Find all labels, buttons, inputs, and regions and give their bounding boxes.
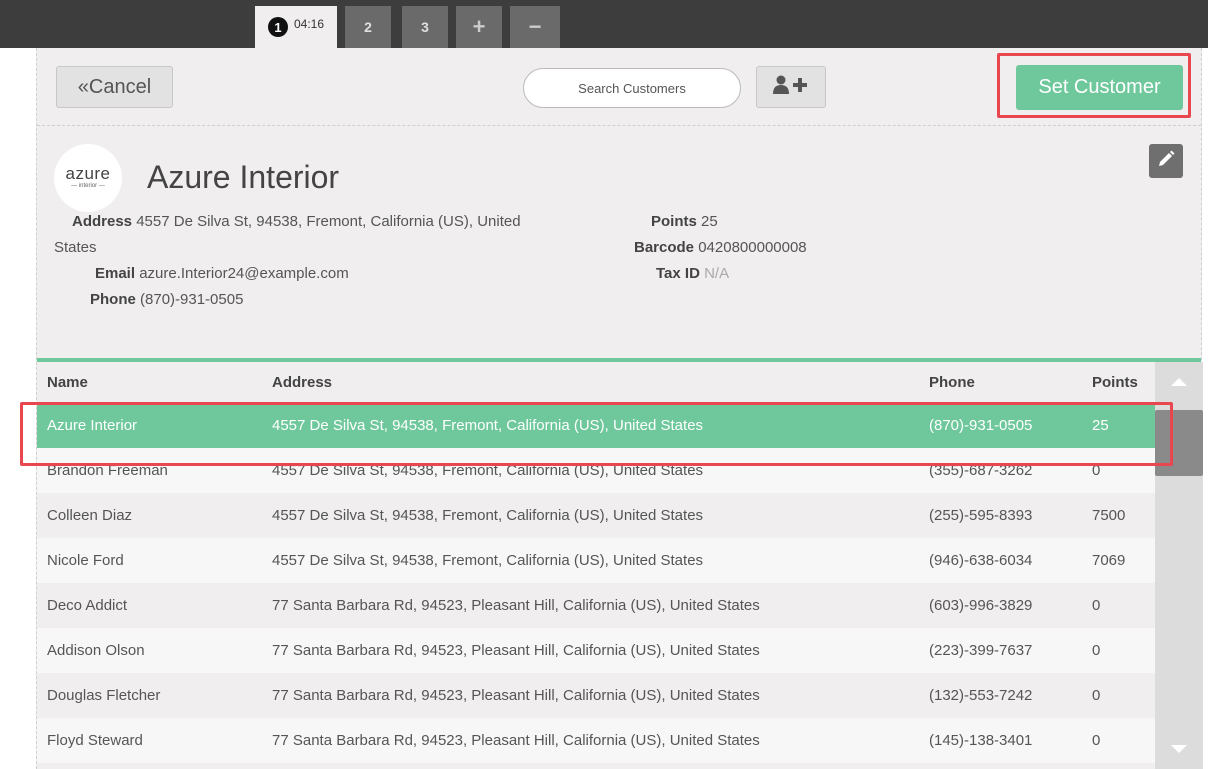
add-order-button[interactable]: + bbox=[456, 6, 502, 48]
search-customers-input[interactable] bbox=[523, 68, 741, 108]
customer-name: Azure Interior bbox=[147, 159, 340, 195]
email-label: Email bbox=[95, 265, 136, 282]
user-plus-icon bbox=[772, 75, 810, 100]
table-row[interactable]: Brandon Freeman 4557 De Silva St, 94538,… bbox=[37, 448, 1155, 493]
barcode-line: Barcode 0420800000008 bbox=[634, 238, 807, 258]
cell-name: Douglas Fletcher bbox=[47, 687, 161, 704]
address-label: Address bbox=[72, 213, 133, 230]
cell-address: 77 Santa Barbara Rd, 94523, Pleasant Hil… bbox=[272, 732, 760, 749]
cell-name: Colleen Diaz bbox=[47, 507, 133, 524]
cell-points: 25 bbox=[1092, 417, 1109, 434]
address-continued: States bbox=[54, 239, 97, 256]
plus-icon: + bbox=[472, 14, 486, 39]
scrollbar-thumb[interactable] bbox=[1155, 410, 1203, 476]
cell-name: Addison Olson bbox=[47, 642, 145, 659]
cell-points: 0 bbox=[1092, 642, 1101, 659]
order-number-1: 1 bbox=[267, 17, 288, 37]
order-time: 04:16 bbox=[293, 17, 325, 31]
cell-address: 4557 De Silva St, 94538, Fremont, Califo… bbox=[272, 507, 704, 524]
table-row[interactable]: Nicole Ford 4557 De Silva St, 94538, Fre… bbox=[37, 538, 1155, 583]
cell-points: 7500 bbox=[1092, 507, 1126, 524]
table-row[interactable]: Colleen Diaz 4557 De Silva St, 94538, Fr… bbox=[37, 493, 1155, 538]
customer-avatar: azure — interior — bbox=[54, 144, 122, 212]
customer-details: azure — interior — Azure Interior Addres… bbox=[37, 127, 1201, 358]
taxid-label: Tax ID bbox=[656, 265, 700, 282]
email-value: azure.Interior24@example.com bbox=[139, 265, 349, 282]
column-header-address[interactable]: Address bbox=[272, 374, 929, 391]
logo-subtext: — interior — bbox=[71, 183, 105, 189]
cell-address: 77 Santa Barbara Rd, 94523, Pleasant Hil… bbox=[272, 687, 760, 704]
remove-order-button[interactable]: − bbox=[510, 6, 560, 48]
points-label: Points bbox=[651, 213, 697, 230]
order-number-3: 3 bbox=[421, 19, 429, 35]
column-header-points[interactable]: Points bbox=[1092, 374, 1155, 391]
table-row-selected[interactable]: Azure Interior 4557 De Silva St, 94538, … bbox=[37, 403, 1155, 448]
barcode-label: Barcode bbox=[634, 239, 695, 256]
address-value: 4557 De Silva St, 94538, Fremont, Califo… bbox=[136, 213, 521, 230]
scroll-down-button[interactable] bbox=[1155, 729, 1203, 769]
order-tab-3[interactable]: 3 bbox=[402, 6, 448, 48]
barcode-value: 0420800000008 bbox=[698, 239, 807, 256]
triangle-down-icon bbox=[1171, 740, 1187, 758]
phone-value: (870)-931-0505 bbox=[140, 291, 244, 308]
cell-points: 0 bbox=[1092, 732, 1101, 749]
set-customer-button[interactable]: Set Customer bbox=[1016, 65, 1183, 110]
cell-phone: (870)-931-0505 bbox=[929, 417, 1033, 434]
scroll-up-button[interactable] bbox=[1155, 362, 1203, 402]
cell-phone: (145)-138-3401 bbox=[929, 732, 1033, 749]
cell-name: Floyd Steward bbox=[47, 732, 143, 749]
email-line: Email azure.Interior24@example.com bbox=[95, 264, 349, 284]
cell-address: 77 Santa Barbara Rd, 94523, Pleasant Hil… bbox=[272, 642, 760, 659]
points-line: Points 25 bbox=[651, 212, 718, 232]
minus-icon: − bbox=[528, 14, 542, 39]
order-tabs-bar: 1 04:16 2 3 + − bbox=[0, 0, 1208, 48]
logo-text: azure bbox=[65, 164, 111, 183]
customer-screen-header: «Cancel Set Customer bbox=[37, 48, 1201, 126]
table-row[interactable]: Addison Olson 77 Santa Barbara Rd, 94523… bbox=[37, 628, 1155, 673]
customer-list-screen: «Cancel Set Customer azure — interior — … bbox=[20, 48, 1203, 769]
taxid-line: Tax ID N/A bbox=[656, 264, 729, 284]
cell-address: 4557 De Silva St, 94538, Fremont, Califo… bbox=[272, 462, 704, 479]
column-header-phone[interactable]: Phone bbox=[929, 374, 1092, 391]
cell-phone: (603)-996-3829 bbox=[929, 597, 1033, 614]
cell-points: 0 bbox=[1092, 597, 1101, 614]
cell-name: Nicole Ford bbox=[47, 552, 124, 569]
phone-line: Phone (870)-931-0505 bbox=[90, 290, 243, 310]
column-header-name[interactable]: Name bbox=[37, 374, 272, 391]
add-customer-button[interactable] bbox=[756, 66, 826, 108]
cancel-button[interactable]: «Cancel bbox=[56, 66, 173, 108]
table-row[interactable]: Floyd Steward 77 Santa Barbara Rd, 94523… bbox=[37, 718, 1155, 763]
cell-name: Azure Interior bbox=[47, 417, 138, 434]
customer-table: Name Address Phone Points Azure Interior… bbox=[37, 362, 1155, 763]
table-scrollbar[interactable] bbox=[1155, 362, 1203, 769]
phone-label: Phone bbox=[90, 291, 136, 308]
address-line: Address 4557 De Silva St, 94538, Fremont… bbox=[72, 212, 521, 232]
cell-phone: (255)-595-8393 bbox=[929, 507, 1033, 524]
cell-points: 7069 bbox=[1092, 552, 1126, 569]
cell-name: Deco Addict bbox=[47, 597, 128, 614]
table-header: Name Address Phone Points bbox=[37, 362, 1155, 403]
edit-customer-button[interactable] bbox=[1149, 144, 1183, 178]
order-number-2: 2 bbox=[364, 19, 372, 35]
cell-address: 77 Santa Barbara Rd, 94523, Pleasant Hil… bbox=[272, 597, 760, 614]
cell-phone: (223)-399-7637 bbox=[929, 642, 1033, 659]
cell-points: 0 bbox=[1092, 687, 1101, 704]
cell-phone: (132)-553-7242 bbox=[929, 687, 1033, 704]
table-row[interactable]: Douglas Fletcher 77 Santa Barbara Rd, 94… bbox=[37, 673, 1155, 718]
pencil-icon bbox=[1156, 149, 1176, 174]
order-tab-2[interactable]: 2 bbox=[345, 6, 391, 48]
cell-points: 0 bbox=[1092, 462, 1101, 479]
cell-name: Brandon Freeman bbox=[47, 462, 168, 479]
triangle-up-icon bbox=[1171, 373, 1187, 391]
cell-phone: (946)-638-6034 bbox=[929, 552, 1033, 569]
taxid-value: N/A bbox=[704, 265, 730, 282]
order-tab-1[interactable]: 1 04:16 bbox=[255, 6, 337, 48]
points-value: 25 bbox=[701, 213, 718, 230]
cell-phone: (355)-687-3262 bbox=[929, 462, 1033, 479]
cell-address: 4557 De Silva St, 94538, Fremont, Califo… bbox=[272, 552, 704, 569]
cell-address: 4557 De Silva St, 94538, Fremont, Califo… bbox=[272, 417, 704, 434]
table-row[interactable]: Deco Addict 77 Santa Barbara Rd, 94523, … bbox=[37, 583, 1155, 628]
